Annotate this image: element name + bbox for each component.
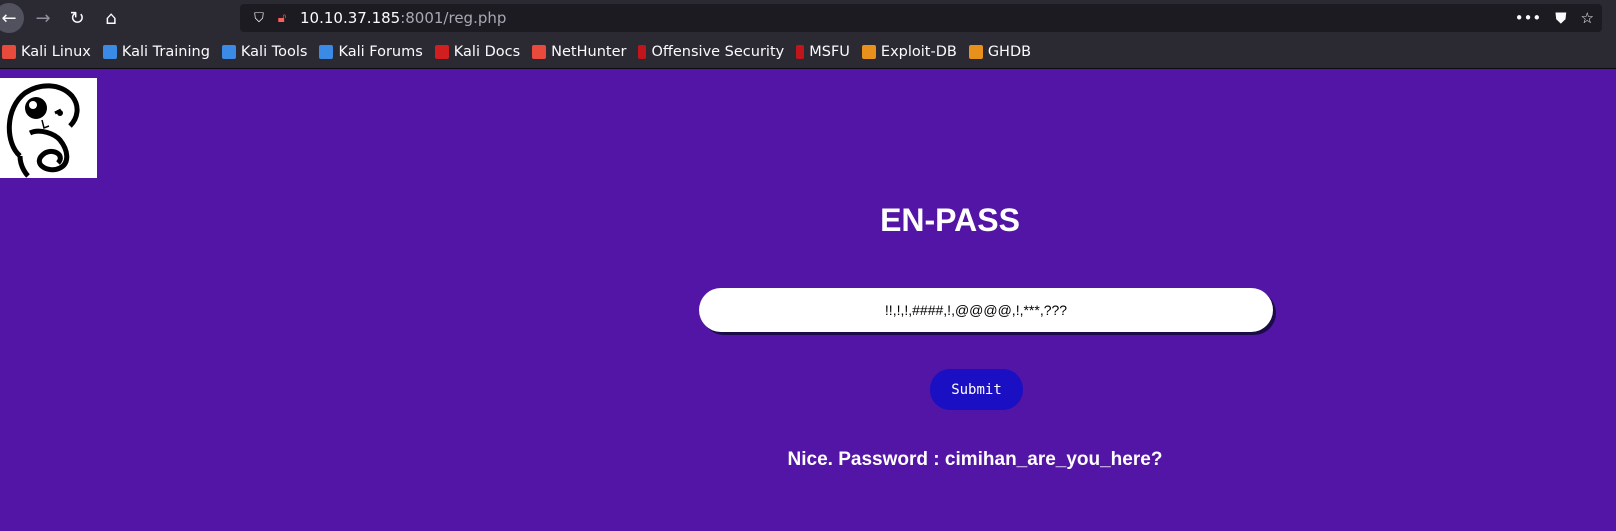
bookmarks-bar: Kali Linux Kali Training Kali Tools Kali…	[0, 36, 1616, 69]
kali-docs-icon	[434, 45, 449, 59]
cartoon-face-icon	[6, 83, 80, 178]
submit-button[interactable]: Submit	[930, 369, 1023, 410]
url-host: 10.10.37.185	[300, 9, 401, 27]
bookmark-kali-forums[interactable]: Kali Forums	[319, 44, 423, 60]
result-message: Nice. Password : cimihan_are_you_here?	[787, 449, 1163, 470]
shield-icon[interactable]: ⛉	[250, 11, 268, 26]
page-actions-icon[interactable]: •••	[1515, 9, 1542, 27]
browser-toolbar: ← → ↻ ⌂ ⛉ 🔓︎ 10.10.37.185:8001/reg.php •…	[0, 0, 1616, 36]
bookmark-star-icon[interactable]: ☆	[1581, 9, 1594, 27]
pocket-icon[interactable]: ⛊	[1555, 9, 1566, 27]
ghdb-icon	[968, 45, 983, 59]
forward-button[interactable]: →	[28, 3, 58, 33]
bookmark-exploit-db[interactable]: Exploit-DB	[861, 44, 957, 60]
exploit-db-icon	[861, 45, 876, 59]
back-button[interactable]: ←	[0, 3, 24, 33]
offsec-icon	[638, 45, 647, 59]
logo-image	[0, 78, 97, 178]
password-input[interactable]	[699, 288, 1273, 332]
bookmark-offensive-security[interactable]: Offensive Security	[638, 44, 784, 60]
kali-forums-icon	[319, 45, 334, 59]
insecure-lock-icon[interactable]: 🔓︎	[274, 11, 290, 26]
bookmark-nethunter[interactable]: NetHunter	[532, 44, 626, 60]
reload-button[interactable]: ↻	[62, 3, 92, 33]
bookmark-kali-training[interactable]: Kali Training	[102, 44, 210, 60]
url-path: :8001/reg.php	[400, 9, 507, 27]
url-text[interactable]: 10.10.37.185:8001/reg.php	[300, 9, 506, 27]
bookmark-kali-docs[interactable]: Kali Docs	[434, 44, 520, 60]
nethunter-icon	[532, 45, 547, 59]
page-title: EN-PASS	[880, 202, 1020, 238]
kali-tools-icon	[221, 45, 236, 59]
bookmark-kali-linux[interactable]: Kali Linux	[2, 44, 91, 60]
bookmark-ghdb[interactable]: GHDB	[968, 44, 1031, 60]
url-bar[interactable]: ⛉ 🔓︎ 10.10.37.185:8001/reg.php ••• ⛊ ☆	[240, 4, 1602, 32]
home-button[interactable]: ⌂	[96, 3, 126, 33]
bookmark-kali-tools[interactable]: Kali Tools	[221, 44, 307, 60]
kali-icon	[2, 45, 16, 59]
kali-training-icon	[102, 45, 117, 59]
bookmark-msfu[interactable]: MSFU	[796, 44, 850, 60]
msfu-icon	[796, 45, 805, 59]
